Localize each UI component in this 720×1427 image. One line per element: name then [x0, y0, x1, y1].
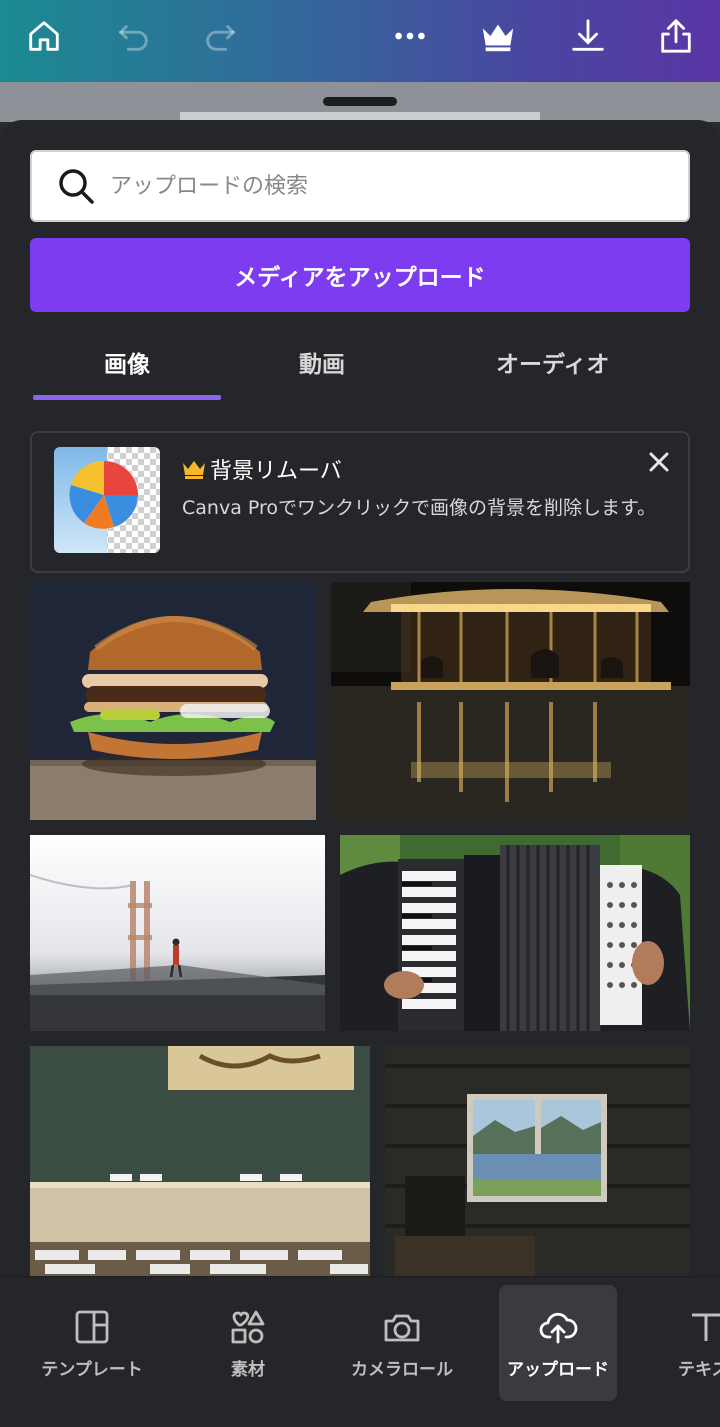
elements-icon: [231, 1310, 265, 1343]
share-icon[interactable]: [654, 14, 698, 58]
upload-media-button[interactable]: メディアをアップロード: [30, 238, 690, 312]
download-icon[interactable]: [566, 14, 610, 58]
crown-icon[interactable]: [476, 14, 520, 58]
nav-templates-label: テンプレート: [41, 1359, 143, 1380]
search-input[interactable]: [110, 173, 630, 199]
search-icon: [59, 169, 94, 204]
top-toolbar: [0, 0, 720, 82]
undo-icon[interactable]: [112, 14, 156, 58]
accordion-photo[interactable]: [340, 835, 690, 1031]
beach-ball-thumbnail: [54, 447, 160, 553]
cloud-upload-icon: [539, 1312, 578, 1343]
golden-gate-fog-photo[interactable]: [30, 835, 325, 1031]
conference-room-photo[interactable]: [30, 1046, 370, 1276]
nav-camera-roll-label: カメラロール: [351, 1359, 453, 1380]
background-remover-promo[interactable]: 背景リムーバ Canva Proでワンクリックで画像の背景を削除します。: [30, 431, 690, 573]
nav-uploads[interactable]: アップロード: [499, 1285, 617, 1401]
tab-audio[interactable]: オーディオ: [496, 345, 609, 379]
nav-camera-roll[interactable]: カメラロール: [342, 1285, 462, 1401]
camera-icon: [384, 1314, 420, 1341]
redo-icon[interactable]: [198, 14, 242, 58]
nav-uploads-label: アップロード: [507, 1359, 609, 1380]
promo-title: 背景リムーバ: [182, 453, 342, 485]
template-icon: [75, 1310, 109, 1343]
drag-handle[interactable]: [323, 97, 397, 106]
promo-description: Canva Proでワンクリックで画像の背景を削除します。: [182, 497, 657, 519]
text-icon: [692, 1313, 720, 1341]
media-tabs: 画像 動画 オーディオ: [0, 325, 720, 403]
close-icon[interactable]: [646, 449, 672, 475]
nav-templates[interactable]: テンプレート: [30, 1285, 154, 1401]
nav-text[interactable]: テキス: [672, 1285, 720, 1401]
nav-text-label: テキス: [678, 1359, 720, 1380]
bottom-nav: テンプレート 素材 カメラロール アップロード テキス: [0, 1276, 720, 1427]
nav-elements-label: 素材: [231, 1359, 265, 1380]
window-fjord-photo[interactable]: [385, 1046, 690, 1276]
tab-videos[interactable]: 動画: [299, 345, 345, 379]
tab-images[interactable]: 画像: [104, 345, 150, 379]
carousel-photo[interactable]: [331, 582, 690, 820]
search-box: [30, 150, 690, 222]
more-icon[interactable]: [388, 14, 432, 58]
crown-icon: [183, 461, 205, 479]
burger-photo[interactable]: [30, 582, 316, 820]
nav-elements[interactable]: 素材: [198, 1285, 298, 1401]
uploads-panel: メディアをアップロード 画像 動画 オーディオ: [0, 120, 720, 1280]
active-tab-indicator: [33, 395, 221, 400]
promo-title-text: 背景リムーバ: [210, 459, 342, 484]
home-icon[interactable]: [22, 14, 66, 58]
